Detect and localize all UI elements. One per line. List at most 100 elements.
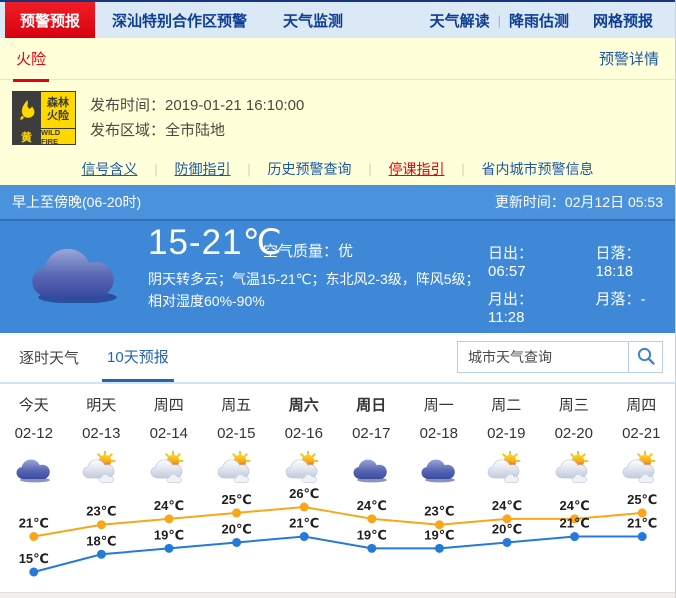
sun-cloud-icon [540,449,608,487]
sun-cloud-icon [270,449,338,487]
air-quality: 空气质量：优 [263,240,353,261]
day-date: 02-18 [405,425,473,442]
day-name: 今天 [0,394,68,415]
alert-header: 火险 预警详情 [0,38,675,80]
chart-point-high-5 [367,514,376,523]
day-name: 周三 [540,394,608,415]
nav-tab-1[interactable]: 天气监测 [283,10,343,31]
cloudy-icon [0,449,68,487]
chart-point-low-9 [638,532,647,541]
alert-link-separator: ｜ [149,160,162,179]
alert-link-1[interactable]: 防御指引 [174,159,230,179]
nav-tab-0[interactable]: 深汕特别合作区预警 [112,10,247,31]
publish-time: 发布时间：2019-01-21 16:10:00 [90,93,304,118]
sun-cloud-icon [473,449,541,487]
day-date: 02-21 [608,425,676,442]
nav-link-1[interactable]: 降雨估测 [509,10,569,31]
forecast-tab-1[interactable]: 10天预报 [102,333,174,382]
chart-point-low-7 [503,538,512,547]
day-date: 02-12 [0,425,68,442]
alert-type-tab-fire-risk[interactable]: 火险 [16,48,46,69]
chart-point-high-1 [97,520,106,529]
forecast-day-column-7: 周二02-19 [473,384,541,487]
chart-label-low-3: 20℃ [221,521,251,536]
search-icon [636,346,656,369]
chart-label-high-3: 25℃ [221,492,251,507]
alert-link-2[interactable]: 历史预警查询 [268,159,352,179]
astro-item-3: 月落：- [596,288,676,326]
chart-label-low-5: 19℃ [357,527,387,542]
alert-link-4[interactable]: 省内城市预警信息 [482,159,594,179]
alert-detail-link[interactable]: 预警详情 [599,48,659,69]
nav-tabs: 深汕特别合作区预警 天气监测 [112,10,343,31]
panel-body: 15-21℃ 空气质量：优 阴天转多云；气温15-21℃；东北风2-3级，阵风5… [0,221,675,331]
sun-moon-times: 日出：06:57日落：18:18月出：11:28月落：- [488,242,675,326]
publish-area: 发布区域：全市陆地 [90,118,304,143]
chart-point-low-5 [367,544,376,553]
chart-label-low-0: 15℃ [19,551,49,566]
alert-link-0[interactable]: 信号含义 [81,159,137,179]
chart-label-high-9: 25℃ [627,492,657,507]
day-name: 周五 [203,394,271,415]
day-name: 明天 [68,394,136,415]
badge-type-label: 森林火险 [41,92,75,128]
chart-label-low-7: 20℃ [492,521,522,536]
current-weather-panel: 早上至傍晚(06-20时) 更新时间：02月12日 05:53 15-21℃ 空… [0,185,675,333]
forecast-tabs: 逐时天气 10天预报 [14,333,192,382]
update-time: 更新时间：02月12日 05:53 [495,192,663,212]
chart-label-high-8: 24℃ [559,498,589,513]
city-weather-search [457,341,663,373]
chart-label-high-4: 26℃ [289,486,319,501]
alert-link-3[interactable]: 停课指引 [389,159,445,179]
nav-link-2[interactable]: 网格预报 [593,10,653,31]
cloudy-icon [338,449,406,487]
sun-cloud-icon [608,449,676,487]
overcast-cloud-icon [26,233,124,308]
astro-label: 日落： [596,245,641,262]
fire-alert-section: 火险 预警详情 森林火险 黄 WILD FIRE 发布时间：2019-01-21… [0,38,675,185]
chart-label-low-2: 19℃ [154,527,184,542]
footer-strip [0,592,675,598]
ten-day-forecast: 今天02-12明天02-13周四02-14周五02-15周六02-16周日02-… [0,384,675,592]
wildfire-warning-badge: 森林火险 黄 WILD FIRE [12,91,76,145]
forecast-day-column-4: 周六02-16 [270,384,338,487]
chart-point-high-2 [165,514,174,523]
day-date: 02-17 [338,425,406,442]
chart-point-low-0 [29,568,38,577]
astro-label: 月落： [596,291,641,308]
badge-level-label: 黄 [13,129,40,144]
chart-label-high-2: 24℃ [154,498,184,513]
chart-label-low-4: 21℃ [289,516,319,531]
nav-link-separator: | [498,13,501,28]
day-date: 02-20 [540,425,608,442]
panel-header: 早上至傍晚(06-20时) 更新时间：02月12日 05:53 [0,185,675,221]
day-date: 02-14 [135,425,203,442]
astro-value: - [641,291,646,308]
nav-link-0[interactable]: 天气解读 [430,10,490,31]
tab-warning-forecast[interactable]: 预警预报 [5,2,95,38]
astro-item-0: 日出：06:57 [488,242,568,280]
search-button[interactable] [628,342,662,372]
flame-icon [13,92,40,128]
day-name: 周日 [338,394,406,415]
alert-info: 发布时间：2019-01-21 16:10:00 发布区域：全市陆地 [90,91,304,145]
day-columns: 今天02-12明天02-13周四02-14周五02-15周六02-16周日02-… [0,384,675,487]
alert-links-row: 信号含义｜防御指引｜历史预警查询｜停课指引｜省内城市预警信息 [0,159,675,179]
forecast-tab-0[interactable]: 逐时天气 [14,333,84,382]
period-label: 早上至傍晚(06-20时) [12,192,141,212]
weather-page: 预警预报 深汕特别合作区预警 天气监测 天气解读 | 降雨估测 网格预报 火险 预警详情… [0,0,676,598]
chart-point-low-1 [97,550,106,559]
day-date: 02-19 [473,425,541,442]
astro-label: 月出： [488,291,533,308]
sun-cloud-icon [68,449,136,487]
chart-point-low-3 [232,538,241,547]
astro-item-2: 月出：11:28 [488,288,568,326]
search-input[interactable] [458,342,628,372]
chart-point-low-4 [300,532,309,541]
chart-label-low-6: 19℃ [424,527,454,542]
forecast-day-column-3: 周五02-15 [203,384,271,487]
day-name: 周一 [405,394,473,415]
chart-point-high-3 [232,508,241,517]
chart-line-low [34,537,642,572]
sun-cloud-icon [203,449,271,487]
